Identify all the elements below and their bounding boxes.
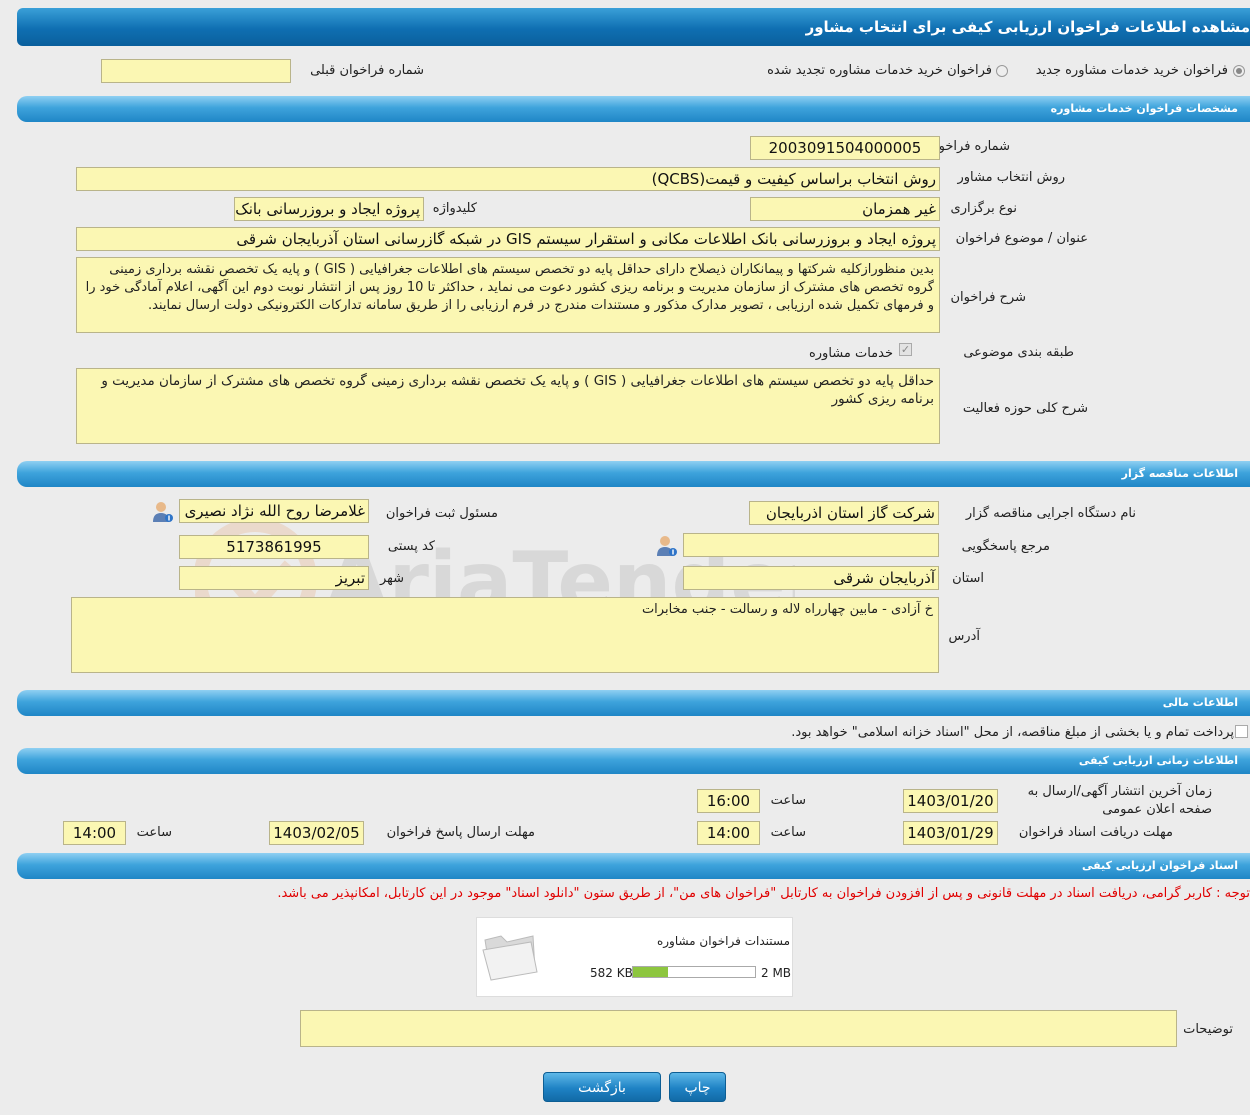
category-value: خدمات مشاوره xyxy=(808,346,893,361)
reply-time-field: 14:00 xyxy=(63,821,126,845)
method-label: روش انتخاب مشاور xyxy=(957,170,1065,185)
receive-time-field: 14:00 xyxy=(697,821,760,845)
responsible-label: مسئول ثبت فراخوان xyxy=(385,506,498,521)
reference-label: مرجع پاسخگویی xyxy=(961,539,1050,554)
city-label: شهر xyxy=(379,571,404,586)
reply-label: مهلت ارسال پاسخ فراخوان xyxy=(386,825,535,840)
receive-label: مهلت دریافت اسناد فراخوان xyxy=(1018,825,1173,840)
prev-number-field[interactable] xyxy=(101,59,291,83)
treasury-text: پرداخت تمام و یا بخشی از مبلغ مناقصه، از… xyxy=(791,725,1234,740)
responsible-user-icon[interactable] xyxy=(150,500,174,524)
section-header-financial: اطلاعات مالی xyxy=(17,690,1250,716)
receive-date-field: 1403/01/29 xyxy=(903,821,998,845)
section-header-organizer: اطلاعات مناقصه گزار xyxy=(17,461,1250,487)
address-field: خ آزادی - مابین چهارراه لاله و رسالت - ج… xyxy=(71,597,939,673)
keyword-label: کلیدواژه xyxy=(432,201,477,216)
document-size-bar xyxy=(632,966,756,978)
scope-field: حداقل پایه دو تخصص سیستم های اطلاعات جغر… xyxy=(76,368,940,444)
address-label: آدرس xyxy=(948,629,980,644)
notes-label: توضیحات xyxy=(1183,1022,1233,1037)
document-title: مستندات فراخوان مشاوره xyxy=(656,934,790,948)
keyword-field: پروژه ایجاد و بروزرسانی بانک xyxy=(234,197,424,221)
download-notice: توجه : کاربر گرامی، دریافت اسناد در مهلت… xyxy=(277,886,1250,901)
category-checkbox[interactable]: ✓ xyxy=(899,343,912,356)
radio-new[interactable] xyxy=(1233,65,1245,77)
print-button[interactable]: چاپ xyxy=(669,1072,726,1102)
reply-date-field: 1403/02/05 xyxy=(269,821,364,845)
receive-time-label: ساعت xyxy=(770,825,806,840)
reference-field xyxy=(683,533,939,557)
radio-renewed-label: فراخوان خرید خدمات مشاوره تجدید شده xyxy=(767,63,992,78)
publish-date-field: 1403/01/20 xyxy=(903,789,998,813)
page-title-bar: مشاهده اطلاعات فراخوان ارزیابی کیفی برای… xyxy=(17,8,1250,46)
subject-label: عنوان / موضوع فراخوان xyxy=(955,231,1088,246)
province-label: استان xyxy=(952,571,984,586)
org-field: شرکت گاز استان اذربایجان xyxy=(749,501,939,525)
scope-label: شرح کلی حوزه فعالیت xyxy=(962,401,1088,416)
publish-time-field: 16:00 xyxy=(697,789,760,813)
responsible-field: غلامرضا روح الله نژاد نصیری xyxy=(179,499,369,523)
type-label: نوع برگزاری xyxy=(950,201,1017,216)
reply-time-label: ساعت xyxy=(136,825,172,840)
document-total-size: 2 MB xyxy=(761,966,792,980)
section-header-documents: اسناد فراخوان ارزیابی کیفی xyxy=(17,853,1250,879)
publish-label: زمان آخرین انتشار آگهی/ارسال به صفحه اعل… xyxy=(1027,784,1212,817)
description-label: شرح فراخوان xyxy=(950,290,1027,305)
back-button[interactable]: بازگشت xyxy=(543,1072,661,1102)
method-field: روش انتخاب براساس کیفیت و قیمت(QCBS) xyxy=(76,167,940,191)
treasury-checkbox[interactable] xyxy=(1235,725,1248,738)
page-title: مشاهده اطلاعات فراخوان ارزیابی کیفی برای… xyxy=(805,18,1250,36)
document-used-size: 582 KB xyxy=(590,966,633,980)
postal-label: کد پستی xyxy=(387,539,435,554)
reference-user-icon[interactable] xyxy=(654,534,678,558)
radio-renewed[interactable] xyxy=(996,65,1008,77)
subject-field: پروژه ایجاد و بروزرسانی بانک اطلاعات مکا… xyxy=(76,227,940,251)
document-size-fill xyxy=(633,967,669,977)
section-header-timing: اطلاعات زمانی ارزیابی کیفی xyxy=(17,748,1250,774)
section-header-consulting: مشخصات فراخوان خدمات مشاوره xyxy=(17,96,1250,122)
category-label: طبقه بندی موضوعی xyxy=(963,345,1074,360)
prev-number-label: شماره فراخوان قبلی xyxy=(310,63,424,78)
city-field: تبریز xyxy=(179,566,369,590)
publish-time-label: ساعت xyxy=(770,793,806,808)
description-field: بدین منظوراز‌کلیه شرکتها و پیمانکاران ذی… xyxy=(76,257,940,333)
tender-number-field: 2003091504000005 xyxy=(750,136,940,160)
document-card[interactable]: مستندات فراخوان مشاوره 2 MB 582 KB xyxy=(476,917,793,997)
postal-field: 5173861995 xyxy=(179,535,369,559)
org-label: نام دستگاه اجرایی مناقصه گزار xyxy=(965,506,1136,521)
notes-field xyxy=(300,1010,1177,1047)
radio-new-label: فراخوان خرید خدمات مشاوره جدید xyxy=(1035,63,1228,78)
province-field: آذربایجان شرقی xyxy=(683,566,939,590)
folder-icon xyxy=(482,935,538,981)
type-field: غیر همزمان xyxy=(750,197,940,221)
